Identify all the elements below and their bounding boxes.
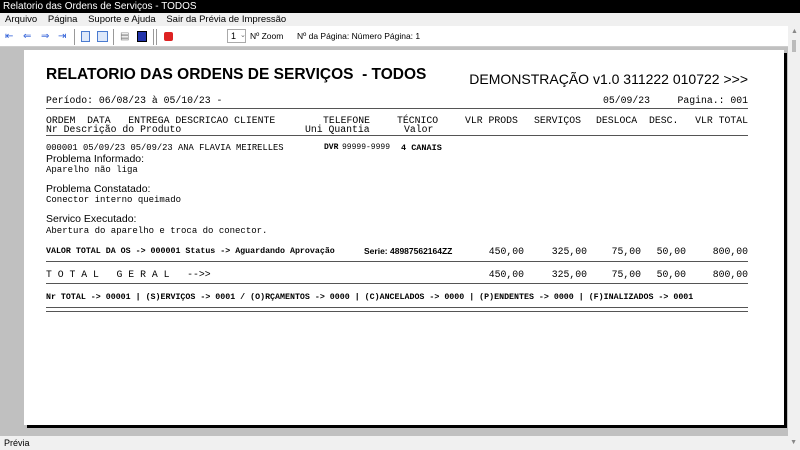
- single-page-icon[interactable]: [81, 31, 90, 42]
- problem-informed: Aparelho não liga: [46, 165, 138, 175]
- scroll-down-icon[interactable]: ▼: [790, 436, 797, 450]
- report-date: 05/09/23: [603, 95, 651, 106]
- toolbar: ⇤ ⇐ ⇒ ⇥ ▤ 1 ⌄ Nº Zoom Nº da Página: Númer…: [0, 26, 788, 47]
- first-page-icon[interactable]: ⇤: [5, 31, 13, 42]
- grand-desloca: 75,00: [611, 269, 641, 280]
- service-label: Servico Executado:: [46, 213, 137, 225]
- os-desloca: 75,00: [611, 246, 641, 257]
- report-page: RELATORIO DAS ORDENS DE SERVIÇOS - TODOS…: [24, 50, 784, 425]
- page-number-label: Nº da Página: Número Página: 1: [297, 31, 421, 41]
- setup-icon[interactable]: [137, 31, 147, 42]
- period: Período: 06/08/23 à 05/10/23 -: [46, 95, 223, 106]
- header-desc: DESC.: [649, 115, 679, 126]
- window-title: Relatorio das Ordens de Serviços - TODOS: [0, 0, 800, 13]
- menu-pagina[interactable]: Página: [48, 14, 78, 25]
- service-text: Abertura do aparelho e troca do conector…: [46, 226, 268, 236]
- print-icon[interactable]: ▤: [120, 31, 129, 42]
- header-desloca: DESLOCA: [596, 115, 638, 126]
- order-row[interactable]: 000001 05/09/23 05/09/23 ANA FLAVIA MEIR…: [46, 143, 284, 153]
- scroll-thumb[interactable]: [792, 40, 796, 52]
- close-preview-icon[interactable]: [164, 32, 173, 41]
- problem-informed-label: Problema Informado:: [46, 153, 145, 165]
- menu-arquivo[interactable]: Arquivo: [5, 14, 37, 25]
- grand-desc: 50,00: [656, 269, 686, 280]
- chevron-down-icon: ⌄: [240, 32, 246, 39]
- menu-sair-previa[interactable]: Sair da Prévia de Impressão: [166, 14, 286, 25]
- os-vlr-prods: 450,00: [488, 246, 524, 257]
- menu-suporte[interactable]: Suporte e Ajuda: [88, 14, 156, 25]
- menu-bar: Arquivo Página Suporte e Ajuda Sair da P…: [0, 13, 800, 26]
- grand-vlr-total: 800,00: [712, 269, 748, 280]
- header-vlr-total: VLR TOTAL: [695, 115, 748, 126]
- prev-page-icon[interactable]: ⇐: [23, 31, 31, 42]
- header-valor: Valor: [404, 124, 434, 135]
- report-title: RELATORIO DAS ORDENS DE SERVIÇOS - TODOS: [46, 66, 427, 83]
- order-tech: 4 CANAIS: [401, 143, 442, 153]
- status-text: Prévia: [4, 438, 30, 448]
- last-page-icon[interactable]: ⇥: [58, 31, 66, 42]
- grand-vlr-prods: 450,00: [488, 269, 524, 280]
- grand-total-label: T O T A L G E R A L -->>: [46, 269, 211, 280]
- order-phone: 99999-9999: [342, 143, 391, 152]
- next-page-icon[interactable]: ⇒: [41, 31, 49, 42]
- header-descricao-produto: Nr Descrição do Produto: [46, 124, 182, 135]
- order-ddd: DVR: [324, 143, 339, 152]
- zoom-label: Nº Zoom: [250, 31, 284, 41]
- os-serie: Serie: 48987562164ZZ: [364, 246, 453, 256]
- grand-servicos: 325,00: [551, 269, 587, 280]
- os-servicos: 325,00: [551, 246, 587, 257]
- scroll-up-icon[interactable]: ▲: [791, 28, 798, 35]
- preview-area: RELATORIO DAS ORDENS DE SERVIÇOS - TODOS…: [0, 47, 788, 436]
- zoom-select[interactable]: 1 ⌄: [227, 29, 246, 43]
- zoom-value: 1: [231, 31, 237, 41]
- os-total-label: VALOR TOTAL DA OS -> 000001 Status -> Ag…: [46, 247, 335, 256]
- problem-found: Conector interno queimado: [46, 195, 182, 205]
- demo-label: DEMONSTRAÇÃO v1.0 311222 010722 >>>: [469, 71, 748, 87]
- status-bar: Prévia ▼: [0, 436, 800, 450]
- problem-found-label: Problema Constatado:: [46, 183, 151, 195]
- order-client: 000001 05/09/23 05/09/23 ANA FLAVIA MEIR…: [46, 143, 284, 153]
- page-number: Pagina.: 001: [677, 95, 748, 106]
- two-pages-icon[interactable]: [97, 31, 108, 42]
- header-vlr-prods: VLR PRODS: [465, 115, 518, 126]
- summary-line: Nr TOTAL -> 00001 | (S)ERVIÇOS -> 0001 /…: [46, 293, 694, 302]
- header-servicos: SERVIÇOS: [534, 115, 582, 126]
- vertical-scrollbar[interactable]: ▲: [788, 26, 800, 436]
- os-desc: 50,00: [656, 246, 686, 257]
- os-vlr-total: 800,00: [712, 246, 748, 257]
- header-quantia: Uni Quantia: [305, 124, 370, 135]
